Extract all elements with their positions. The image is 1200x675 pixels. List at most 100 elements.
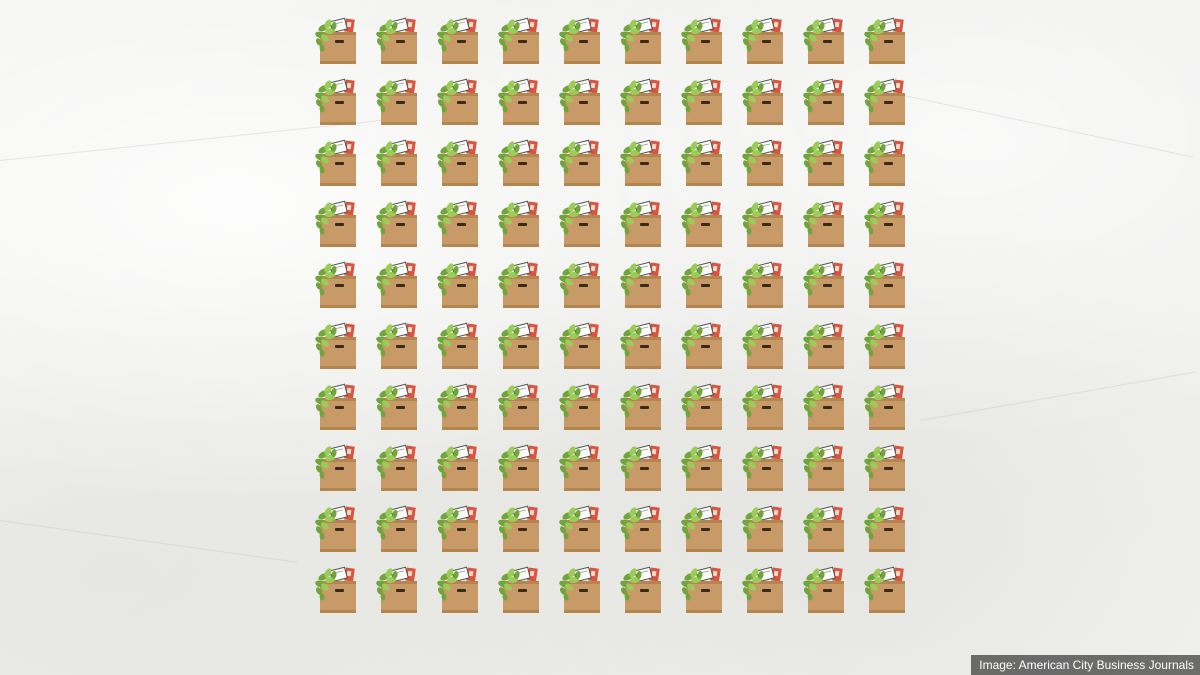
office-box-with-plant-icon [802, 130, 848, 194]
grid-cell [794, 557, 855, 618]
grid-cell [306, 8, 367, 69]
grid-cell [672, 496, 733, 557]
office-box-with-plant-icon [741, 313, 787, 377]
office-box-with-plant-icon [375, 130, 421, 194]
grid-cell [428, 435, 489, 496]
grid-cell [611, 374, 672, 435]
office-box-with-plant-icon [558, 252, 604, 316]
grid-cell [428, 191, 489, 252]
office-box-with-plant-icon [619, 130, 665, 194]
grid-cell [489, 252, 550, 313]
grid-cell [611, 69, 672, 130]
office-box-with-plant-icon [314, 8, 360, 72]
grid-cell [611, 8, 672, 69]
office-box-with-plant-icon [741, 130, 787, 194]
office-box-with-plant-icon [558, 496, 604, 560]
grid-cell [794, 69, 855, 130]
office-box-with-plant-icon [314, 191, 360, 255]
grid-cell [733, 130, 794, 191]
grid-cell [855, 191, 916, 252]
grid-cell [733, 191, 794, 252]
grid-cell [733, 435, 794, 496]
grid-cell [550, 69, 611, 130]
office-box-with-plant-icon [680, 8, 726, 72]
office-box-with-plant-icon [436, 435, 482, 499]
grid-cell [733, 557, 794, 618]
grid-cell [489, 69, 550, 130]
office-box-with-plant-icon [314, 252, 360, 316]
grid-cell [550, 8, 611, 69]
grid-cell [550, 313, 611, 374]
image-credit: Image: American City Business Journals [971, 655, 1200, 675]
office-box-with-plant-icon [863, 496, 909, 560]
grid-cell [733, 69, 794, 130]
office-box-with-plant-icon [558, 313, 604, 377]
grid-cell [306, 69, 367, 130]
grid-cell [794, 252, 855, 313]
office-box-with-plant-icon [741, 191, 787, 255]
office-box-with-plant-icon [497, 130, 543, 194]
grid-cell [794, 191, 855, 252]
grid-cell [428, 374, 489, 435]
grid-cell [672, 8, 733, 69]
grid-cell [672, 557, 733, 618]
office-box-with-plant-icon [497, 374, 543, 438]
grid-cell [428, 69, 489, 130]
office-box-with-plant-icon [741, 435, 787, 499]
grid-cell [855, 130, 916, 191]
grid-cell [550, 130, 611, 191]
grid-cell [367, 313, 428, 374]
grid-cell [672, 130, 733, 191]
office-box-with-plant-icon [436, 191, 482, 255]
grid-cell [855, 374, 916, 435]
office-box-with-plant-icon [680, 374, 726, 438]
office-box-with-plant-icon [802, 8, 848, 72]
grid-cell [489, 557, 550, 618]
office-box-with-plant-icon [375, 374, 421, 438]
office-box-with-plant-icon [619, 435, 665, 499]
office-box-with-plant-icon [802, 435, 848, 499]
grid-cell [367, 8, 428, 69]
grid-cell [428, 8, 489, 69]
office-box-with-plant-icon [436, 130, 482, 194]
office-box-with-plant-icon [497, 252, 543, 316]
grid-cell [794, 374, 855, 435]
grid-cell [367, 191, 428, 252]
grid-cell [672, 435, 733, 496]
grid-cell [306, 496, 367, 557]
office-box-with-plant-icon [863, 130, 909, 194]
office-box-with-plant-icon [741, 557, 787, 621]
grid-cell [794, 8, 855, 69]
office-box-with-plant-icon [436, 374, 482, 438]
office-box-with-plant-icon [802, 374, 848, 438]
office-box-with-plant-icon [436, 252, 482, 316]
office-box-with-plant-icon [497, 313, 543, 377]
grid-cell [367, 130, 428, 191]
office-box-with-plant-icon [314, 557, 360, 621]
grid-cell [489, 374, 550, 435]
office-box-with-plant-icon [314, 374, 360, 438]
grid-cell [428, 557, 489, 618]
office-box-with-plant-icon [619, 313, 665, 377]
grid-cell [611, 130, 672, 191]
office-box-with-plant-icon [863, 252, 909, 316]
office-box-with-plant-icon [558, 191, 604, 255]
office-box-with-plant-icon [375, 435, 421, 499]
grid-cell [367, 557, 428, 618]
grid-cell [306, 252, 367, 313]
office-box-with-plant-icon [680, 435, 726, 499]
office-box-with-plant-icon [802, 557, 848, 621]
office-box-with-plant-icon [436, 69, 482, 133]
office-box-with-plant-icon [314, 313, 360, 377]
office-box-with-plant-icon [558, 435, 604, 499]
grid-cell [306, 313, 367, 374]
office-box-with-plant-icon [741, 374, 787, 438]
grid-cell [489, 435, 550, 496]
grid-cell [733, 252, 794, 313]
grid-cell [306, 435, 367, 496]
grid-cell [611, 313, 672, 374]
grid-cell [428, 496, 489, 557]
office-box-with-plant-icon [619, 69, 665, 133]
grid-cell [733, 313, 794, 374]
grid-cell [672, 69, 733, 130]
